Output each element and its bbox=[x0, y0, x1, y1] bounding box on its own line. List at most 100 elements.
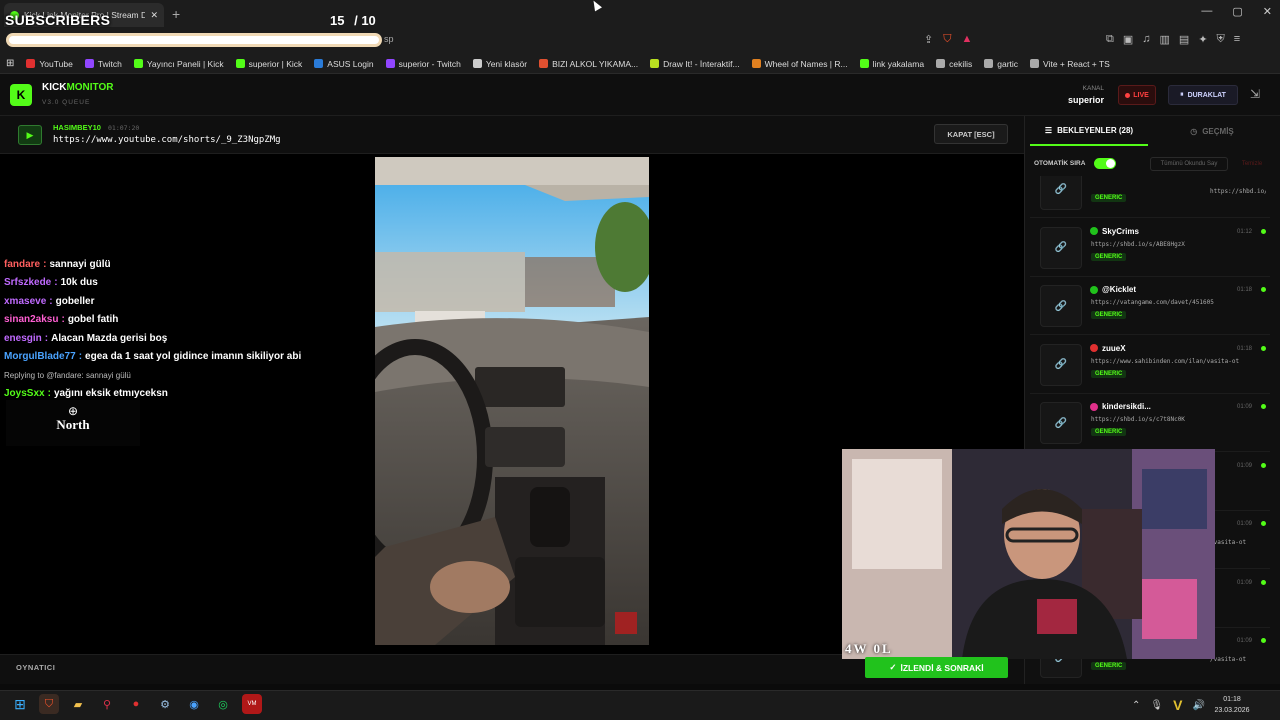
current-url[interactable]: https://www.youtube.com/shorts/_9_Z3NgpZ… bbox=[53, 135, 281, 145]
video-frame[interactable] bbox=[375, 157, 649, 645]
maximize-icon[interactable]: ▢ bbox=[1232, 5, 1242, 18]
bookmark-item[interactable]: gartic bbox=[984, 59, 1018, 69]
bookmark-item[interactable]: Draw It! - İnteraktif... bbox=[650, 59, 740, 69]
bookmark-item[interactable]: cekilis bbox=[936, 59, 972, 69]
queue-item-url[interactable]: https://shbd.io/s/M0u6bHq2 bbox=[1210, 188, 1266, 195]
link-icon[interactable]: 🔗 bbox=[1040, 402, 1082, 444]
play-icon: ▶ bbox=[18, 125, 42, 145]
chat-text: egea da 1 saat yol gidince imanın sikili… bbox=[85, 351, 302, 363]
menu-icon[interactable]: ≡ bbox=[1234, 33, 1240, 46]
volume-icon[interactable]: 🔊 bbox=[1192, 700, 1204, 711]
queue-item[interactable]: 🔗 https://shbd.io/s/M0u6bHq2 GENERIC bbox=[1030, 176, 1270, 218]
link-type-tag: GENERIC bbox=[1091, 194, 1127, 202]
pause-button[interactable]: ⏸ DURAKLAT bbox=[1168, 85, 1238, 105]
close-player-button[interactable]: KAPAT [ESC] bbox=[934, 124, 1008, 144]
live-button[interactable]: LIVE bbox=[1118, 85, 1156, 105]
chat-text: sannayi gülü bbox=[49, 258, 111, 270]
bookmark-item[interactable]: link yakalama bbox=[859, 58, 925, 69]
chat-text: gobeller bbox=[55, 295, 95, 307]
bookmark-item[interactable]: YouTube bbox=[26, 59, 73, 69]
bookmark-item[interactable]: Vite + React + TS bbox=[1030, 59, 1110, 69]
steam-icon[interactable]: ⚙ bbox=[155, 694, 175, 714]
watched-next-button[interactable]: ✓ İZLENDİ & SONRAKİ bbox=[865, 657, 1008, 678]
screenshot-icon[interactable]: ▣ bbox=[1123, 33, 1133, 46]
tab-history-label: GEÇMİŞ bbox=[1202, 126, 1234, 136]
clock-date: 23.03.2026 bbox=[1214, 707, 1250, 714]
user-badge-icon bbox=[1090, 227, 1098, 235]
mark-all-read-button[interactable]: Tümünü Okundu Say bbox=[1150, 157, 1228, 171]
browser-app-icon[interactable]: ◉ bbox=[184, 694, 204, 714]
windows-start-icon[interactable]: ⊞ bbox=[10, 694, 30, 714]
queue-item[interactable]: 🔗 zuueX https://www.sahibinden.com/ilan/va… bbox=[1030, 338, 1270, 394]
link-icon[interactable]: 🔗 bbox=[1040, 343, 1082, 386]
online-status-icon bbox=[1261, 345, 1266, 351]
taskbar-clock[interactable]: 01:18 23.03.2026 bbox=[1212, 694, 1252, 716]
spotify-icon[interactable]: ◎ bbox=[213, 694, 233, 714]
voicemeeter-icon[interactable]: VM bbox=[242, 694, 262, 714]
logout-icon[interactable]: ⇲ bbox=[1250, 87, 1260, 101]
chat-username: Srfszkede bbox=[4, 277, 52, 289]
share-icon[interactable]: ⇪ bbox=[924, 33, 933, 46]
north-logo-text: North bbox=[56, 417, 90, 432]
wallet-icon[interactable]: ▤ bbox=[1179, 33, 1189, 46]
queue-item[interactable]: 🔗 @Kicklet https://vatangame.com/davet/451… bbox=[1030, 279, 1270, 335]
close-window-icon[interactable]: ✕ bbox=[1263, 5, 1272, 18]
subscribers-overlay: SUBSCRIBERS bbox=[5, 12, 111, 28]
brand-kick: KICK bbox=[42, 82, 67, 93]
tab-history[interactable]: ◷ GEÇMİŞ bbox=[1150, 116, 1274, 146]
queue-item-url[interactable]: https://www.sahibinden.com/ilan/vasita-o… bbox=[1091, 358, 1266, 365]
bookmark-label: superior | Kick bbox=[248, 58, 303, 69]
sidebar-icon[interactable]: ▥ bbox=[1160, 33, 1170, 46]
tab-queue[interactable]: ☰ BEKLEYENLER (28) bbox=[1030, 116, 1148, 146]
queue-item-url[interactable]: /vasita-ot bbox=[1210, 539, 1266, 546]
bookmark-favicon-icon bbox=[751, 59, 761, 68]
brave-browser-icon[interactable]: ⛉ bbox=[39, 694, 59, 714]
clear-button[interactable]: Temizle bbox=[1234, 157, 1270, 171]
bookmark-label: BIZI ALKOL YIKAMA... bbox=[552, 58, 639, 69]
queue-item[interactable]: 🔗 SkyCrims https://shbd.io/s/ABE8HgzX GENER… bbox=[1030, 221, 1270, 277]
queue-item-url[interactable]: https://vatangame.com/davet/451605 bbox=[1091, 299, 1266, 306]
record-app-icon[interactable]: ● bbox=[126, 694, 146, 714]
bookmark-label: gartic bbox=[997, 58, 1019, 69]
bookmark-item[interactable]: Yeni klasör bbox=[472, 58, 528, 69]
queue-item-url[interactable]: https://shbd.io/s/ABE8HgzX bbox=[1091, 241, 1266, 248]
extensions-icon[interactable]: ⧉ bbox=[1106, 33, 1114, 46]
bookmark-label: link yakalama bbox=[872, 58, 925, 69]
queue-item[interactable]: 🔗 kindersikdi... https://shbd.io/s/c7t8Nc0… bbox=[1030, 396, 1270, 452]
address-input[interactable] bbox=[6, 33, 382, 47]
queue-item-url[interactable]: /vasita-ot bbox=[1210, 656, 1266, 663]
queue-item-url[interactable]: https://shbd.io/s/c7t8Nc0K bbox=[1091, 416, 1266, 423]
request-time: 01:07:20 bbox=[108, 124, 140, 132]
brave-rewards-icon[interactable]: ▲ bbox=[961, 33, 972, 46]
tab-close-icon[interactable]: ✕ bbox=[150, 10, 158, 21]
bookmark-item[interactable]: Twitch bbox=[84, 59, 122, 69]
link-icon[interactable]: 🔗 bbox=[1040, 285, 1082, 327]
bookmark-item[interactable]: superior - Twitch bbox=[385, 59, 461, 69]
webcam-scene bbox=[842, 449, 1215, 659]
minimize-icon[interactable]: — bbox=[1201, 5, 1212, 18]
bookmark-item[interactable]: ASUS Login bbox=[314, 59, 374, 69]
auto-queue-toggle[interactable] bbox=[1094, 158, 1116, 169]
vpn-icon[interactable]: ⛨ bbox=[1217, 33, 1225, 46]
bookmark-item[interactable]: superior | Kick bbox=[235, 58, 303, 69]
bookmark-favicon-icon bbox=[472, 59, 482, 68]
media-icon[interactable]: ♫ bbox=[1142, 33, 1150, 46]
bookmark-item[interactable]: Wheel of Names | R... bbox=[751, 59, 848, 69]
microphone-icon[interactable]: 🎙 bbox=[1150, 700, 1163, 711]
apps-grid-icon[interactable]: ⊞ bbox=[6, 58, 14, 69]
file-explorer-icon[interactable]: ▰ bbox=[68, 694, 88, 714]
online-status-icon bbox=[1261, 228, 1266, 234]
ai-icon[interactable]: ✦ bbox=[1198, 33, 1207, 46]
tray-chevron-icon[interactable]: ⌃ bbox=[1132, 700, 1140, 711]
link-icon[interactable]: 🔗 bbox=[1040, 176, 1082, 210]
tray-app-logo-icon[interactable]: V bbox=[1173, 697, 1182, 713]
queue-item-time: 01:09 bbox=[1236, 638, 1252, 644]
bookmark-label: Yeni klasör bbox=[485, 58, 528, 69]
brave-shield-icon[interactable]: ⛉ bbox=[943, 33, 951, 46]
bookmark-item[interactable]: BIZI ALKOL YIKAMA... bbox=[539, 59, 638, 69]
link-icon[interactable]: 🔗 bbox=[1040, 226, 1082, 269]
new-tab-button[interactable]: + bbox=[172, 6, 180, 22]
link-type-tag: GENERIC bbox=[1091, 311, 1127, 319]
maps-pin-icon[interactable]: ⚲ bbox=[97, 694, 117, 714]
bookmark-item[interactable]: Yayıncı Paneli | Kick bbox=[133, 59, 224, 69]
